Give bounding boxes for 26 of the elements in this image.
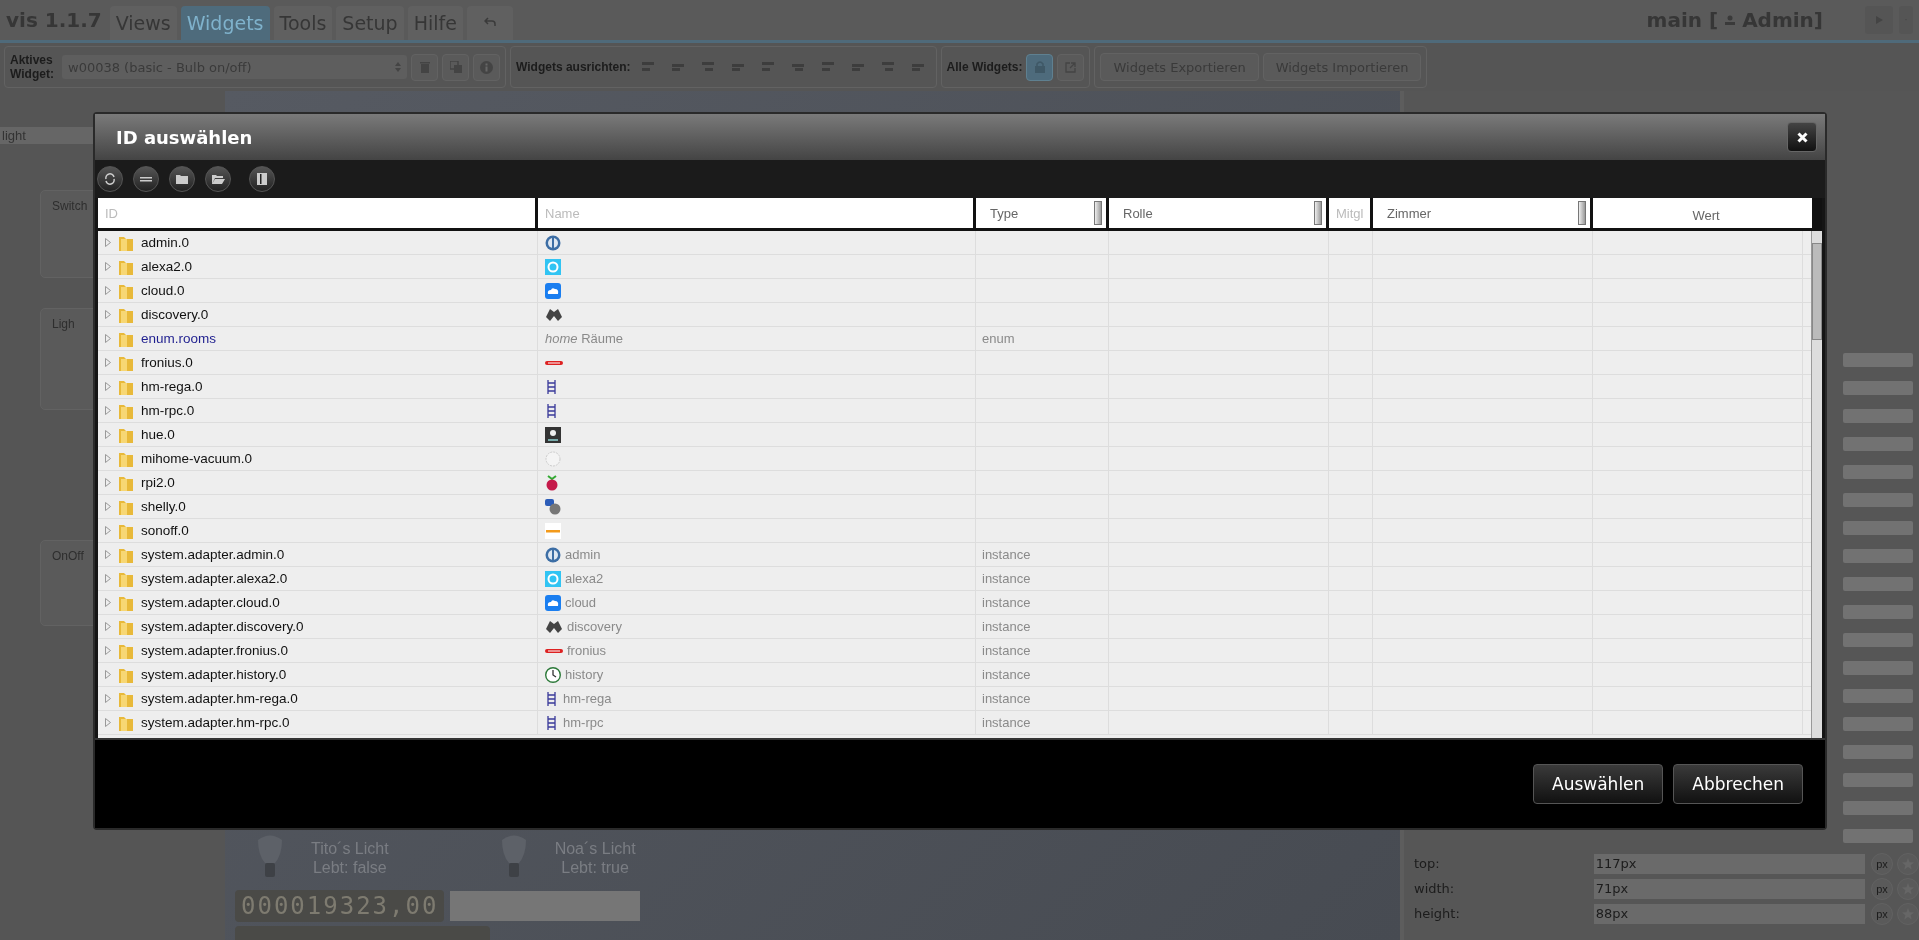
column-header: Wert bbox=[1593, 198, 1815, 228]
dialog-title: ID auswählen bbox=[116, 126, 253, 148]
property-label: top: bbox=[1414, 856, 1441, 871]
object-name: history bbox=[565, 667, 604, 682]
object-type: instance bbox=[982, 715, 1031, 730]
object-name: admin bbox=[565, 547, 601, 562]
object-name: fronius bbox=[567, 643, 607, 658]
object-name: hm-rpc bbox=[563, 715, 604, 730]
object-type: instance bbox=[982, 643, 1031, 658]
align-label: Widgets ausrichten: bbox=[516, 60, 631, 74]
object-type: instance bbox=[982, 571, 1031, 586]
object-name: discovery bbox=[567, 619, 622, 634]
object-name: hm-rega bbox=[563, 691, 612, 706]
object-type: instance bbox=[982, 547, 1031, 562]
object-name: alexa2 bbox=[565, 571, 604, 586]
property-label: width: bbox=[1414, 881, 1456, 896]
object-name: cloud bbox=[565, 595, 597, 610]
property-label: height: bbox=[1414, 906, 1461, 921]
object-type: instance bbox=[982, 595, 1031, 610]
active-widget-label: Aktives Widget: bbox=[10, 53, 55, 81]
object-type: instance bbox=[982, 619, 1031, 634]
object-type: enum bbox=[982, 331, 1015, 346]
all-widgets-label: Alle Widgets: bbox=[946, 60, 1023, 74]
object-name: home Räume bbox=[545, 331, 624, 346]
object-type: instance bbox=[982, 691, 1031, 706]
object-type: instance bbox=[982, 667, 1031, 682]
